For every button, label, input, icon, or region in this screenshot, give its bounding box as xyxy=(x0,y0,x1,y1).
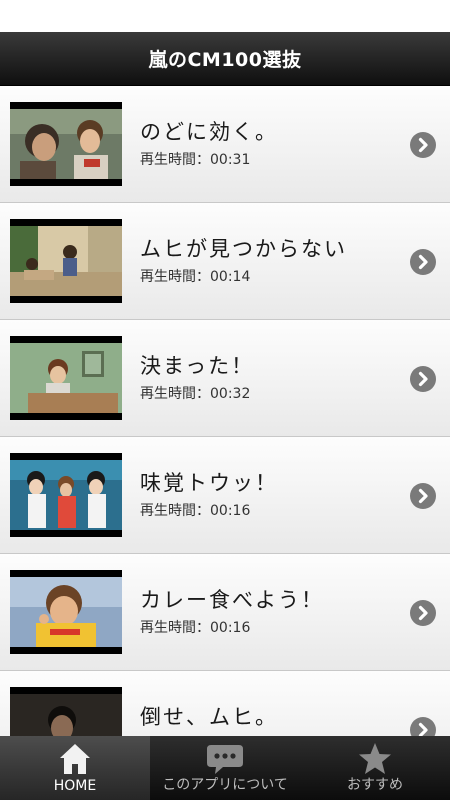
video-title: カレー食べよう！ xyxy=(140,588,324,612)
tab-about[interactable]: このアプリについて xyxy=(150,736,300,800)
video-thumbnail xyxy=(10,453,122,537)
video-thumbnail xyxy=(10,219,122,303)
video-list-item[interactable]: 決まった！ 再生時間：00:32 xyxy=(0,320,450,437)
video-list-item[interactable]: カレー食べよう！ 再生時間：00:16 xyxy=(0,554,450,671)
video-title: のどに効く。 xyxy=(140,120,278,144)
chevron-right-icon[interactable] xyxy=(410,483,436,509)
tab-recommended[interactable]: おすすめ xyxy=(300,736,450,800)
app-header: 嵐のCM100選抜 xyxy=(0,32,450,86)
home-icon xyxy=(57,741,93,781)
chevron-right-icon[interactable] xyxy=(410,132,436,158)
video-duration: 再生時間：00:16 xyxy=(140,620,251,636)
bottom-tab-bar: HOME このアプリについて おすすめ xyxy=(0,736,450,800)
video-list-item[interactable]: ムヒが見つからない 再生時間：00:14 xyxy=(0,203,450,320)
video-thumbnail xyxy=(10,687,122,736)
chevron-right-icon[interactable] xyxy=(410,717,436,736)
chevron-right-icon[interactable] xyxy=(410,600,436,626)
video-duration: 再生時間：00:16 xyxy=(140,503,251,519)
video-title: 倒せ、ムヒ。 xyxy=(140,705,278,729)
video-title: ムヒが見つからない xyxy=(140,237,347,261)
chevron-right-icon[interactable] xyxy=(410,366,436,392)
video-list-item[interactable]: 倒せ、ムヒ。 再生時間： xyxy=(0,671,450,736)
video-thumbnail xyxy=(10,336,122,420)
tab-home[interactable]: HOME xyxy=(0,736,150,800)
video-list: のどに効く。 再生時間：00:31 ムヒが見つからない 再生時間：00:14 決… xyxy=(0,86,450,736)
video-duration: 再生時間：00:32 xyxy=(140,386,251,402)
video-duration: 再生時間：00:14 xyxy=(140,269,251,285)
speech-bubble-icon xyxy=(205,741,245,781)
star-icon xyxy=(357,741,393,781)
page-title: 嵐のCM100選抜 xyxy=(148,49,302,71)
video-list-item[interactable]: のどに効く。 再生時間：00:31 xyxy=(0,86,450,203)
video-duration: 再生時間：00:31 xyxy=(140,152,251,168)
video-thumbnail xyxy=(10,102,122,186)
video-title: 決まった！ xyxy=(140,354,255,378)
status-bar xyxy=(0,0,450,32)
video-list-item[interactable]: 味覚トウッ！ 再生時間：00:16 xyxy=(0,437,450,554)
video-title: 味覚トウッ！ xyxy=(140,471,278,495)
chevron-right-icon[interactable] xyxy=(410,249,436,275)
video-thumbnail xyxy=(10,570,122,654)
